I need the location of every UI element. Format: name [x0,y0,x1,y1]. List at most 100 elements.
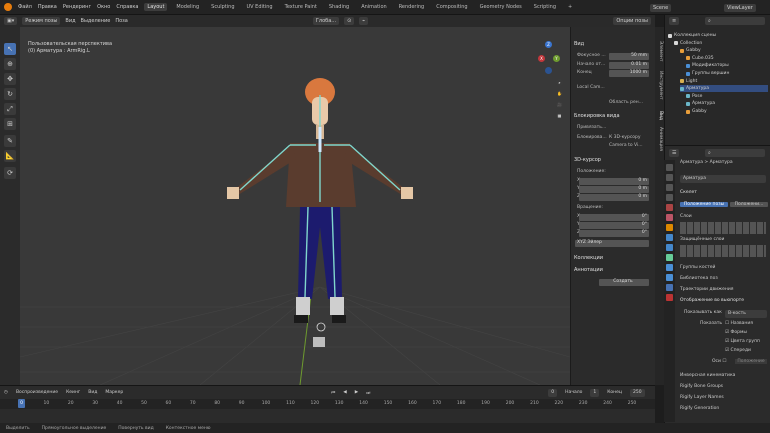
next-key-icon[interactable]: ⏭ [366,390,370,396]
timeline-editor-icon[interactable]: ◷ [4,390,8,395]
tab-uv-editing[interactable]: UV Editing [244,3,276,11]
tab-texture-paint[interactable]: Texture Paint [282,3,320,11]
in-front-checkbox[interactable]: ☑ Спереди [725,348,751,353]
pose-library-panel[interactable]: Библиотека поз [680,276,718,281]
3d-viewport[interactable]: Пользовательская перспектива (0) Арматур… [20,27,570,385]
menu-select[interactable]: Выделение [81,18,111,24]
world-props-icon[interactable] [666,214,673,221]
object-data-active-icon[interactable] [666,284,673,291]
playback-menu[interactable]: Воспроизведение [16,390,58,395]
tab-tool[interactable]: Инструмент [656,71,663,100]
gizmo-neg-z-icon[interactable] [545,67,552,74]
rest-position-toggle[interactable]: Положени... [730,202,768,207]
menu-pose[interactable]: Поза [115,18,128,24]
outliner-item[interactable]: Collection [674,40,702,47]
editor-type-button[interactable]: ▣▾ [4,17,18,25]
add-workspace-button[interactable]: + [565,3,575,11]
mode-selector[interactable]: Режим позы [22,17,61,25]
view-layer-selector[interactable]: ViewLayer [724,4,756,12]
menu-view[interactable]: Вид [65,18,75,24]
tab-scripting[interactable]: Scripting [531,3,559,11]
shapes-checkbox[interactable]: ☑ Формы [725,330,747,335]
armature-name-field[interactable]: Арматура [680,175,766,183]
outliner-item[interactable]: Группы вершин [686,70,729,77]
scene-props-icon[interactable] [666,204,673,211]
end-frame-field[interactable]: 250 [629,388,645,397]
clip-end-field[interactable]: 1000 m [609,70,649,77]
bone-constraint-icon[interactable] [666,274,673,281]
local-camera-row[interactable]: Local Cam... [575,85,653,92]
tab-sculpting[interactable]: Sculpting [208,3,237,11]
move-icon[interactable]: ✥ [4,73,16,85]
lock-to-object-row[interactable]: Привязать... [575,125,653,132]
render-region-checkbox[interactable]: Область рен... [609,100,643,105]
gizmo-y-icon[interactable]: Y [553,55,560,62]
3d-cursor-section-title[interactable]: 3D-курсор [574,157,601,163]
cursor-rz-field[interactable]: 0° [579,230,649,237]
skeleton-panel-header[interactable]: Скелет [680,190,697,195]
outliner-search-input[interactable]: ⌕ [705,17,765,25]
lock-to-cursor-checkbox[interactable]: К 3D-курсору [609,135,641,140]
modifier-props-icon[interactable] [666,234,673,241]
pan-hand-icon[interactable]: ✋ [556,90,563,97]
properties-search-input[interactable]: ⌕ [705,149,765,157]
snap-icon[interactable]: ⌁ [359,17,369,25]
menu-render[interactable]: Рендеринг [63,4,91,10]
cursor-x-field[interactable]: 0 m [579,178,649,185]
outliner-item[interactable]: Коллекция сцены [668,32,716,39]
annotations-section-title[interactable]: Аннотации [574,267,603,273]
cursor-icon[interactable]: ⊕ [4,58,16,70]
rigify-generation-panel[interactable]: Rigify Generation [680,406,719,411]
keying-menu[interactable]: Кеинг [66,390,80,395]
outliner-item[interactable]: Модификаторы [686,62,729,69]
camera-to-view-checkbox[interactable]: Camera to Vi... [609,143,643,148]
render-region-row[interactable]: Область рен... [575,100,653,107]
start-frame-field[interactable]: 1 [590,388,600,397]
gizmo-x-icon[interactable]: X [538,55,545,62]
zoom-icon[interactable]: ⌕ [556,79,563,86]
motion-paths-panel[interactable]: Траектории движения [680,287,733,292]
annotate-icon[interactable]: ✎ [4,135,16,147]
cursor-y-field[interactable]: 0 m [579,186,649,193]
pose-options-button[interactable]: Опции позы [613,17,651,25]
menu-help[interactable]: Справка [116,4,138,10]
playhead[interactable]: 0 [18,399,25,408]
rigify-layer-names-panel[interactable]: Rigify Layer Names [680,395,724,400]
outliner-item[interactable]: Pose [686,93,702,100]
camera-view-icon[interactable]: 🎥 [556,101,563,108]
tool-props-icon[interactable] [666,164,673,171]
texture-props-icon[interactable] [666,294,673,301]
tab-rendering[interactable]: Rendering [396,3,428,11]
collections-section-title[interactable]: Коллекции [574,255,603,261]
marker-menu[interactable]: Маркер [105,390,123,395]
view-section-title[interactable]: Вид [574,41,584,47]
play-icon[interactable]: ▶ [355,390,358,395]
menu-file[interactable]: Файл [18,4,32,10]
tab-modeling[interactable]: Modeling [173,3,202,11]
output-props-icon[interactable] [666,184,673,191]
view-layer-props-icon[interactable] [666,194,673,201]
outliner-item[interactable]: Арматура [680,85,768,93]
scene-selector[interactable]: Scene [650,4,672,12]
tab-animation-sidebar[interactable]: Анимация [656,127,663,151]
tab-compositing[interactable]: Compositing [433,3,470,11]
current-frame-field[interactable]: 0 [548,388,558,397]
focal-length-field[interactable]: 50 mm [609,53,649,60]
bone-roll-icon[interactable]: ⟳ [4,167,16,179]
tab-geometry-nodes[interactable]: Geometry Nodes [477,3,525,11]
armature-bones[interactable] [239,95,401,298]
render-props-icon[interactable] [666,174,673,181]
select-box-icon[interactable]: ↖ [4,43,16,55]
viewport-display-panel[interactable]: Отображение во вьюпорте [680,298,744,303]
tab-item[interactable]: Элемент [656,41,663,62]
rigify-bone-groups-panel[interactable]: Rigify Bone Groups [680,384,723,389]
axes-checkbox[interactable]: Оси ☐ [712,359,726,364]
protected-layers-grid[interactable] [680,245,766,257]
prev-key-icon[interactable]: ◀ [343,390,346,395]
object-props-icon[interactable] [666,224,673,231]
menu-window[interactable]: Окно [97,4,110,10]
ortho-grid-icon[interactable]: ▦ [556,112,563,119]
tab-view[interactable]: Вид [656,111,663,120]
light-object[interactable] [313,337,325,347]
tab-shading[interactable]: Shading [326,3,352,11]
